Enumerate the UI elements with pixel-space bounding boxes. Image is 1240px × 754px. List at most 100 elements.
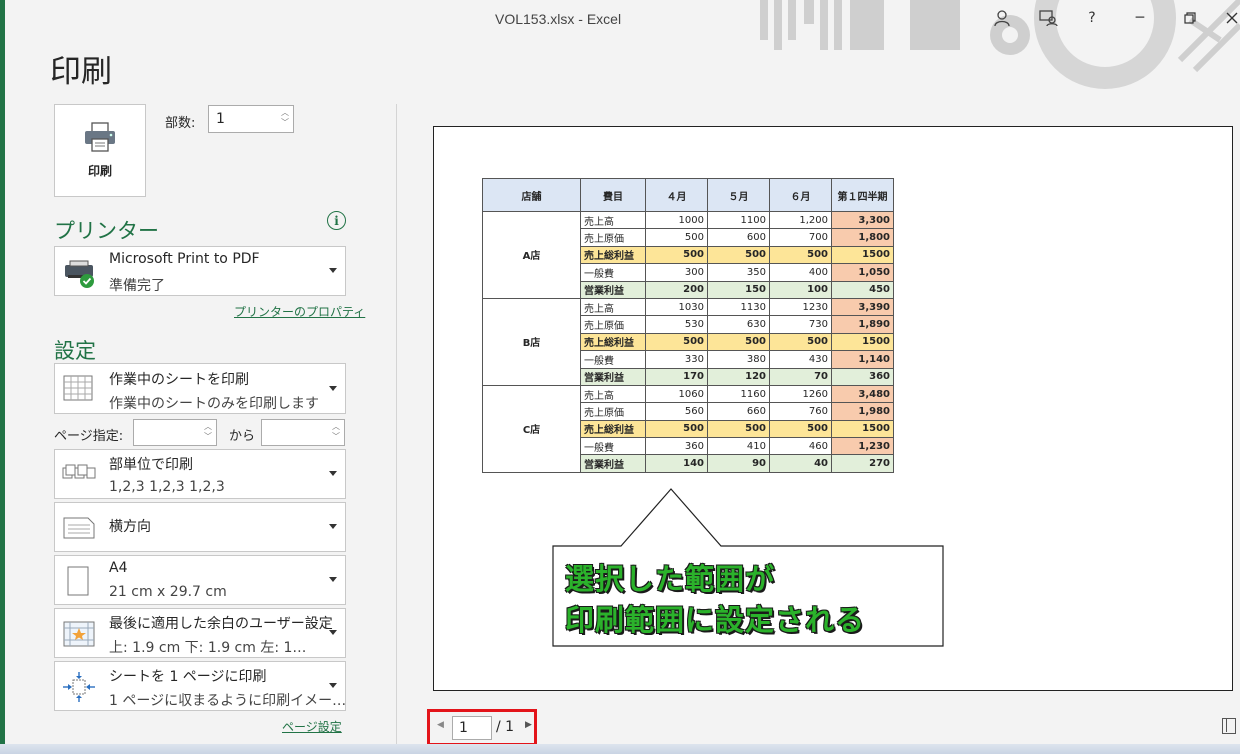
value-cell: 150: [707, 280, 770, 299]
printer-device-icon: [65, 260, 94, 288]
value-cell: 1,230: [831, 437, 894, 456]
current-page-input[interactable]: 1: [452, 716, 492, 740]
value-cell: 1,890: [831, 315, 894, 334]
value-cell: 360: [831, 367, 894, 386]
pages-to-input[interactable]: ︿ ﹀: [261, 419, 345, 446]
print-button-label: 印刷: [87, 164, 112, 178]
print-scope-subtitle: 作業中のシートのみを印刷します: [109, 396, 319, 412]
collate-dropdown[interactable]: 部単位で印刷 1,2,3 1,2,3 1,2,3: [54, 449, 346, 499]
orientation-dropdown[interactable]: 横方向: [54, 502, 346, 552]
table-row: B店 売上高 1030 1130 1230 3,390: [482, 297, 894, 386]
callout-line-1: 選択した範囲が: [565, 562, 776, 596]
scaling-dropdown[interactable]: シートを 1 ページに印刷 1 ページに収まるように印刷イメー…: [54, 661, 346, 711]
orientation-title: 横方向: [109, 519, 151, 535]
print-preview-page: 店舗 費目 ４月 ５月 ６月 第１四半期 A店 売上高 1000 1100 1,200 3…: [433, 126, 1233, 691]
value-cell: 120: [707, 367, 770, 386]
value-cell: 1500: [831, 245, 894, 265]
value-cell: 430: [769, 350, 832, 369]
value-cell: 1100: [707, 210, 770, 230]
item-cell: 売上総利益: [580, 245, 646, 265]
print-scope-dropdown[interactable]: 作業中のシートを印刷 作業中のシートのみを印刷します: [54, 363, 346, 414]
value-cell: 70: [769, 367, 832, 386]
item-cell: 一般費: [580, 263, 646, 282]
item-cell: 売上原価: [580, 228, 646, 247]
item-cell: 営業利益: [580, 367, 646, 386]
margins-dropdown[interactable]: 最後に適用した余白のユーザー設定 上: 1.9 cm 下: 1.9 cm 左: …: [54, 608, 346, 658]
item-cell: 売上高: [580, 210, 646, 230]
collate-title: 部単位で印刷: [109, 457, 193, 473]
value-cell: 40: [769, 454, 832, 473]
page-setup-link[interactable]: ページ設定: [282, 718, 342, 735]
value-cell: 1500: [831, 419, 894, 439]
value-cell: 1500: [831, 332, 894, 352]
printer-name: Microsoft Print to PDF: [109, 251, 260, 267]
window-left-edge: [0, 0, 5, 754]
value-cell: 400: [769, 263, 832, 282]
chevron-down-icon: [329, 385, 337, 391]
printer-properties-link[interactable]: プリンターのプロパティ: [234, 303, 365, 320]
taskbar-strip: [0, 744, 1240, 754]
value-cell: 1000: [645, 210, 708, 230]
store-cell: A店: [482, 211, 581, 299]
paper-subtitle: 21 cm x 29.7 cm: [109, 584, 227, 600]
value-cell: 3,480: [831, 384, 894, 404]
coauthor-icon[interactable]: [1036, 6, 1060, 30]
paper-size-dropdown[interactable]: A4 21 cm x 29.7 cm: [54, 555, 346, 605]
value-cell: 500: [707, 245, 770, 265]
store-cell: C店: [482, 384, 581, 473]
pages-to-spin-arrows[interactable]: ︿ ﹀: [332, 422, 340, 442]
value-cell: 1160: [707, 384, 770, 404]
value-cell: 1,200: [769, 210, 832, 230]
copies-spin-arrows[interactable]: ︿ ﹀: [281, 108, 289, 128]
value-cell: 500: [707, 332, 770, 352]
callout-line-2: 印刷範囲に設定される: [565, 603, 866, 637]
value-cell: 90: [707, 454, 770, 473]
value-cell: 1,140: [831, 350, 894, 369]
collate-icon: [62, 464, 96, 479]
callout-text: 選択した範囲が 印刷範囲に設定される: [565, 559, 865, 641]
printer-dropdown[interactable]: Microsoft Print to PDF 準備完了: [54, 246, 346, 296]
value-cell: 600: [707, 228, 770, 247]
value-cell: 330: [645, 350, 708, 369]
chevron-down-icon: [329, 471, 337, 476]
col-header: 店舗: [482, 178, 581, 212]
value-cell: 530: [645, 315, 708, 334]
pages-from-input[interactable]: ︿ ﹀: [133, 419, 217, 446]
value-cell: 200: [645, 280, 708, 299]
close-icon[interactable]: [1220, 6, 1240, 30]
info-icon[interactable]: i: [327, 211, 346, 230]
value-cell: 500: [645, 332, 708, 352]
item-cell: 売上総利益: [580, 332, 646, 352]
value-cell: 1,050: [831, 263, 894, 282]
total-pages: / 1: [496, 719, 515, 735]
table-row: C店 売上高 1060 1160 1260 3,480: [482, 384, 894, 473]
show-margins-icon[interactable]: [1222, 718, 1236, 734]
restore-button[interactable]: [1178, 6, 1202, 30]
account-icon[interactable]: [990, 6, 1014, 30]
col-header: ４月: [645, 178, 708, 212]
item-cell: 売上原価: [580, 315, 646, 334]
fit-to-page-icon: [63, 672, 95, 702]
pages-from-spin-arrows[interactable]: ︿ ﹀: [204, 422, 212, 442]
item-cell: 売上原価: [580, 402, 646, 421]
value-cell: 1130: [707, 297, 770, 317]
value-cell: 3,390: [831, 297, 894, 317]
value-cell: 3,300: [831, 210, 894, 230]
previous-page-button[interactable]: ◀: [437, 720, 444, 730]
value-cell: 660: [707, 402, 770, 421]
col-header: 第１四半期: [831, 178, 894, 212]
value-cell: 270: [831, 454, 894, 473]
item-cell: 売上総利益: [580, 419, 646, 439]
item-cell: 売上高: [580, 297, 646, 317]
settings-section-title: 設定: [54, 339, 96, 363]
help-button[interactable]: ?: [1080, 6, 1104, 30]
copies-value: 1: [216, 111, 225, 127]
panel-divider: [396, 104, 397, 744]
copies-spinner[interactable]: 1 ︿ ﹀: [208, 105, 294, 133]
next-page-button[interactable]: ▶: [525, 720, 532, 730]
print-button[interactable]: 印刷: [54, 104, 146, 197]
value-cell: 450: [831, 280, 894, 299]
minimize-button[interactable]: ─: [1128, 6, 1152, 30]
page-title: 印刷: [50, 54, 112, 90]
pages-label: ページ指定:: [54, 429, 124, 444]
